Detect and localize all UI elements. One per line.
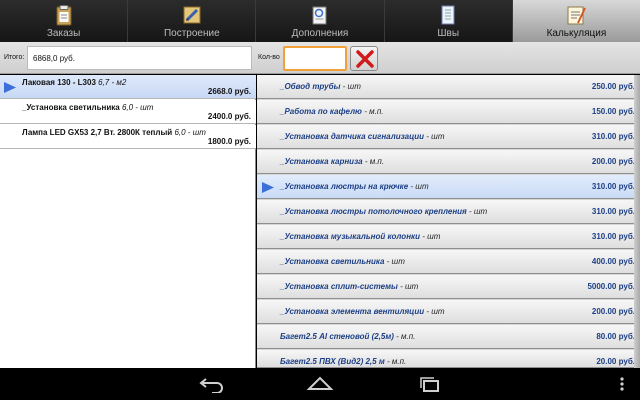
item-price: 1800.0 руб. [207, 137, 251, 146]
catalog-item-price: 20.00 руб. [596, 357, 635, 366]
catalog-item-price: 150.00 руб. [591, 107, 635, 116]
catalog-item-name: _Установка светильника [280, 257, 385, 266]
catalog-item-name: _Установка элемента вентиляции [280, 307, 425, 316]
delete-button[interactable] [350, 46, 378, 71]
catalog-item-name: _Установка сплит-системы [280, 282, 398, 291]
table-row[interactable]: _Установка люстры на крючке - шт 310.00 … [257, 175, 640, 199]
catalog-item-unit: - шт [410, 182, 429, 191]
orders-clipboard-icon [56, 5, 72, 26]
item-name: Лампа LED GX53 2,7 Вт. 2800К теплый [22, 128, 173, 137]
recent-apps-icon[interactable] [416, 375, 444, 393]
tab-label: Калькуляция [546, 28, 607, 39]
back-icon[interactable] [198, 375, 226, 393]
total-label: Итого: [4, 54, 25, 61]
table-row[interactable]: _Установка карниза - м.п. 200.00 руб. [257, 150, 640, 174]
table-row[interactable]: _Установка элемента вентиляции - шт 200.… [257, 300, 640, 324]
seams-notepad-icon [441, 5, 455, 25]
catalog-item-unit: - м.п. [364, 107, 384, 116]
tab-label: Швы [437, 28, 460, 39]
catalog-item-price: 5000.00 руб. [587, 282, 635, 291]
item-name: Лаковая 130 - L303 [22, 78, 96, 87]
catalog-item-price: 310.00 руб. [591, 132, 635, 141]
calculator-notes-icon [567, 6, 587, 25]
table-row[interactable]: _Работа по кафелю - м.п. 150.00 руб. [257, 100, 640, 124]
overflow-menu-icon[interactable] [618, 375, 626, 393]
table-row[interactable]: _Установка светильника - шт 400.00 руб. [257, 250, 640, 274]
quantity-label: Кол-во [258, 54, 280, 61]
catalog-item-unit: - м.п. [396, 332, 416, 341]
catalog-item-price: 310.00 руб. [591, 232, 635, 241]
catalog-item-unit: - м.п. [386, 357, 407, 366]
list-item[interactable]: _Установка светильника 6,0 - шт 2400.0 р… [0, 100, 256, 124]
item-unit: 6,0 - шт [174, 128, 206, 137]
catalog-item-unit: - шт [469, 207, 488, 216]
catalog-item-price: 310.00 руб. [591, 182, 635, 191]
home-icon[interactable] [306, 375, 334, 393]
total-value-field: 6868,0 руб. [27, 46, 252, 70]
catalog-item-price: 250.00 руб. [591, 82, 635, 91]
table-row[interactable]: _Установка люстры потолочного крепления … [257, 200, 640, 224]
tab-additions[interactable]: Дополнения [256, 0, 385, 42]
catalog-item-unit: - шт [342, 82, 361, 91]
table-row[interactable]: _Установка музыкальной колонки - шт 310.… [257, 225, 640, 249]
item-name: _Установка светильника [22, 103, 120, 112]
build-pencil-icon [183, 6, 201, 24]
list-item[interactable]: Лампа LED GX53 2,7 Вт. 2800К теплый 6,0 … [0, 125, 256, 149]
table-row[interactable]: _Установка датчика сигнализации - шт 310… [257, 125, 640, 149]
item-unit: 6,0 - шт [121, 103, 154, 112]
delete-x-icon [356, 50, 374, 68]
tab-label: Заказы [46, 28, 81, 39]
catalog-item-price: 200.00 руб. [591, 307, 635, 316]
catalog-item-price: 400.00 руб. [591, 257, 635, 266]
catalog-item-name: _Установка люстры на крючке [280, 182, 409, 191]
item-price: 2400.0 руб. [207, 112, 251, 121]
tab-orders[interactable]: Заказы [0, 0, 129, 42]
table-row[interactable]: Багет2.5 Al стеновой (2,5м) - м.п. 80.00… [257, 325, 640, 349]
selection-arrow-icon [262, 182, 274, 193]
catalog-item-unit: - шт [426, 132, 445, 141]
catalog-item-name: Багет2.5 Al стеновой (2,5м) [280, 332, 394, 341]
catalog-item-name: _Установка музыкальной колонки [280, 232, 420, 241]
catalog-item-unit: - шт [400, 282, 419, 291]
catalog-item-unit: - м.п. [364, 157, 385, 166]
list-item[interactable]: Лаковая 130 - L303 6,7 - м2 2668.0 руб. [0, 75, 256, 99]
catalog-item-name: Багет2.5 ПВХ (Вид2) 2,5 м [280, 357, 385, 366]
item-unit: 6,7 - м2 [98, 78, 127, 87]
catalog-item-price: 200.00 руб. [591, 157, 635, 166]
system-nav-bar [0, 368, 640, 400]
catalog-item-price: 310.00 руб. [591, 207, 635, 216]
table-row[interactable]: Багет2.5 ПВХ (Вид2) 2,5 м - м.п. 20.00 р… [257, 350, 640, 368]
catalog-item-name: _Обвод трубы [280, 82, 341, 91]
catalog-item-price: 80.00 руб. [596, 332, 635, 341]
tab-build[interactable]: Построение [128, 0, 257, 42]
catalog-item-unit: - шт [426, 307, 445, 316]
tab-bar: Заказы Построение Дополнения Швы Калькул… [0, 0, 640, 42]
tab-calculation[interactable]: Калькуляция [512, 0, 640, 42]
catalog-item-unit: - шт [386, 257, 405, 266]
catalog-item-name: _Работа по кафелю [280, 107, 362, 116]
catalog-item-name: _Установка датчика сигнализации [280, 132, 425, 141]
tab-label: Дополнения [291, 28, 349, 39]
catalog-item-name: _Установка карниза [280, 157, 363, 166]
additions-doc-icon [312, 6, 327, 25]
table-row[interactable]: _Обвод трубы - шт 250.00 руб. [257, 75, 640, 99]
selection-arrow-icon [4, 82, 16, 93]
catalog-item-unit: - шт [422, 232, 441, 241]
selected-items-list: Лаковая 130 - L303 6,7 - м2 2668.0 руб. … [0, 75, 256, 368]
tab-label: Построение [163, 28, 220, 39]
tab-seams[interactable]: Швы [384, 0, 513, 42]
catalog-item-name: _Установка люстры потолочного крепления [280, 207, 467, 216]
item-price: 2668.0 руб. [207, 87, 251, 96]
scrollbar[interactable] [634, 75, 640, 368]
table-row[interactable]: _Установка сплит-системы - шт 5000.00 ру… [257, 275, 640, 299]
catalog-list: _Обвод трубы - шт 250.00 руб. _Работа по… [257, 75, 640, 368]
calculation-input-row: Итого: 6868,0 руб. Кол-во [0, 42, 640, 74]
quantity-input[interactable] [283, 46, 347, 71]
